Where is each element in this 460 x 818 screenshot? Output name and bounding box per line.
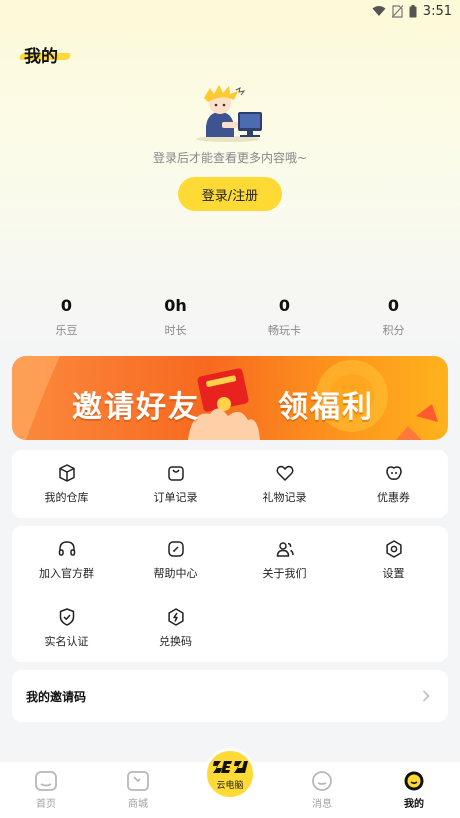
grid-label: 加入官方群 — [39, 567, 94, 580]
battery-icon — [409, 4, 417, 18]
stat-play-card[interactable]: 0 畅玩卡 — [235, 296, 335, 338]
grid-label: 兑换码 — [159, 635, 192, 648]
settings-item[interactable]: 设置 — [339, 526, 448, 594]
stat-ledou[interactable]: 0 乐豆 — [17, 296, 117, 338]
message-icon — [312, 771, 332, 791]
lightning-icon — [167, 608, 184, 626]
chevron-right-icon — [422, 690, 430, 702]
join-official-group-item[interactable]: 加入官方群 — [12, 526, 121, 594]
grid-label: 设置 — [382, 567, 405, 580]
stat-value: 0h — [164, 296, 187, 315]
tab-home[interactable]: 首页 — [0, 762, 92, 818]
my-invite-code-row[interactable]: 我的邀请码 — [12, 670, 448, 722]
my-warehouse-item[interactable]: 我的仓库 — [12, 450, 121, 518]
stat-value: 0 — [387, 296, 400, 315]
stat-duration[interactable]: 0h 时长 — [126, 296, 226, 338]
tab-shop[interactable]: 商城 — [92, 762, 184, 818]
grid-label: 礼物记录 — [262, 491, 307, 504]
stats-row: 0 乐豆 0h 时长 0 畅玩卡 0 积分 — [12, 296, 448, 338]
tab-label: 商城 — [128, 799, 148, 810]
order-records-item[interactable]: 订单记录 — [121, 450, 230, 518]
redeem-code-item[interactable]: 兑换码 — [121, 594, 230, 662]
tab-messages[interactable]: 消息 — [276, 762, 368, 818]
stat-label: 时长 — [164, 324, 187, 337]
services-card: 加入官方群 帮助中心 关于我们 设置 实名认证 兑换码 — [12, 526, 448, 662]
shield-check-icon — [59, 608, 74, 626]
grid-label: 帮助中心 — [153, 567, 198, 580]
cloud-pc-logo — [213, 760, 248, 773]
grid-label: 实名认证 — [44, 635, 89, 648]
stat-label: 畅玩卡 — [268, 324, 301, 337]
profile-icon — [404, 771, 424, 791]
about-us-item[interactable]: 关于我们 — [230, 526, 339, 594]
shop-icon — [127, 771, 149, 791]
tab-profile[interactable]: 我的 — [368, 762, 460, 818]
status-bar: 3:51 — [0, 0, 460, 22]
banner-right-text: 领福利 — [278, 390, 374, 425]
no-sim-icon — [391, 4, 403, 18]
page-title: 我的 — [24, 47, 58, 67]
status-time: 3:51 — [422, 3, 452, 19]
tab-label: 消息 — [312, 799, 332, 810]
gift-records-item[interactable]: 礼物记录 — [230, 450, 339, 518]
cloud-pc-button[interactable]: 云电脑 — [204, 748, 256, 800]
coupon-icon — [385, 466, 402, 480]
invite-banner[interactable]: 邀请好友 领福利 — [12, 356, 448, 440]
stat-points[interactable]: 0 积分 — [344, 296, 444, 338]
tab-label: 我的 — [404, 799, 424, 810]
wifi-icon — [372, 5, 386, 17]
box-icon — [58, 464, 75, 482]
stat-value: 0 — [278, 296, 291, 315]
orders-card: 我的仓库 订单记录 礼物记录 优惠券 — [12, 450, 448, 518]
stat-label: 积分 — [382, 324, 405, 337]
grid-label: 我的仓库 — [44, 491, 89, 504]
settings-icon — [385, 540, 402, 558]
login-register-button[interactable]: 登录/注册 — [178, 177, 282, 211]
bag-icon — [167, 466, 184, 481]
banner-left-text: 邀请好友 — [72, 390, 200, 425]
stat-label: 乐豆 — [55, 324, 78, 337]
grid-label: 订单记录 — [153, 491, 198, 504]
bottom-tab-bar: 首页 商城 云电脑 消息 我的 — [0, 748, 460, 818]
tab-label: 首页 — [36, 799, 56, 810]
page-title-wrap: 我的 — [18, 42, 72, 67]
coupons-item[interactable]: 优惠券 — [339, 450, 448, 518]
help-center-item[interactable]: 帮助中心 — [121, 526, 230, 594]
invite-code-label: 我的邀请码 — [26, 689, 87, 704]
grid-label: 关于我们 — [262, 567, 307, 580]
login-hint: 登录后才能查看更多内容哦~ — [152, 151, 308, 165]
tab-center-label: 云电脑 — [216, 780, 244, 791]
avatar[interactable] — [192, 82, 268, 142]
help-icon — [167, 541, 184, 557]
home-icon — [35, 771, 57, 791]
grid-label: 优惠券 — [377, 491, 410, 504]
stat-value: 0 — [60, 296, 73, 315]
tab-cloud-pc[interactable]: 云电脑 — [184, 748, 276, 818]
users-icon — [276, 542, 294, 557]
real-name-auth-item[interactable]: 实名认证 — [12, 594, 121, 662]
headset-icon — [58, 541, 75, 556]
heart-icon — [276, 465, 293, 481]
